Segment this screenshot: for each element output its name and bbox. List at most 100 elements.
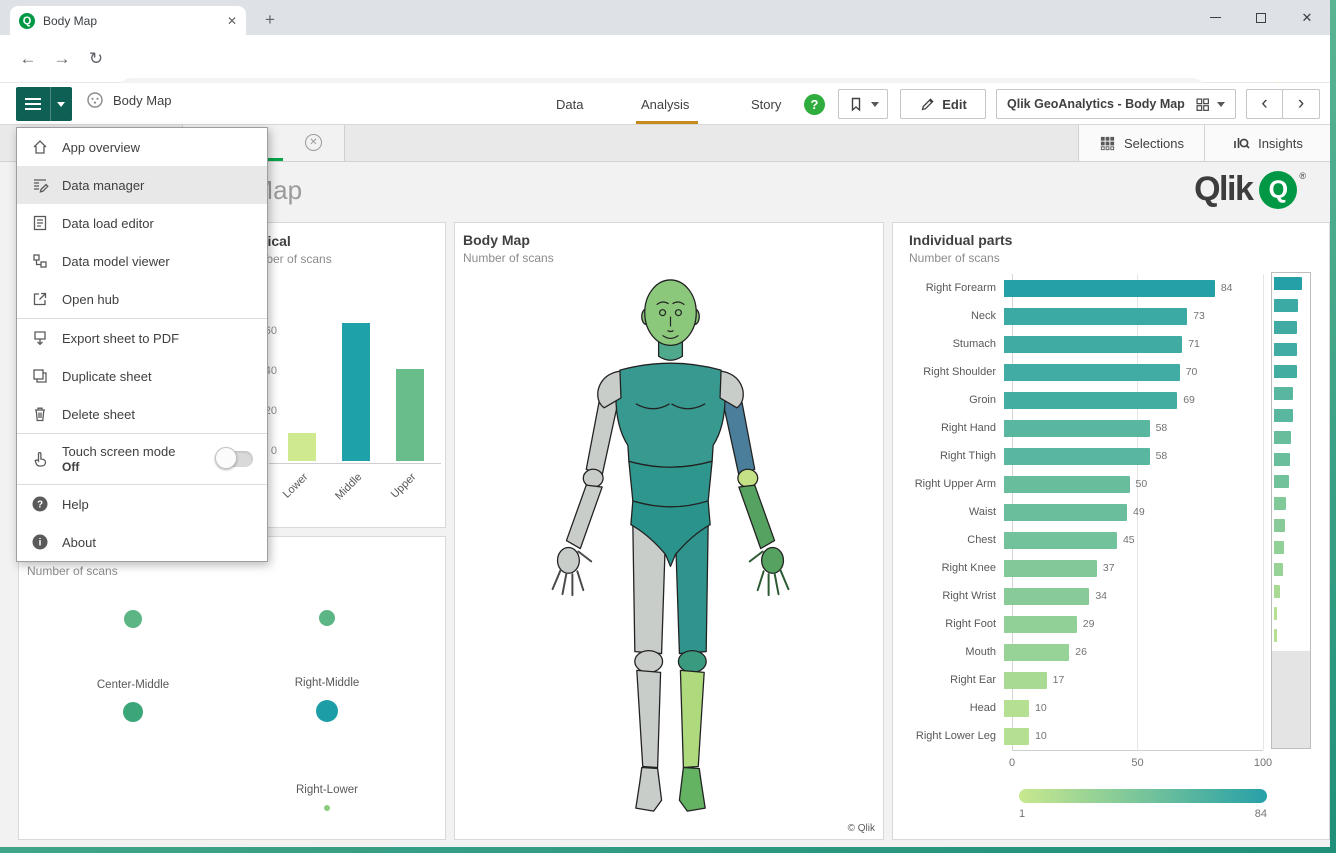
bar[interactable]: [342, 323, 370, 461]
tab-analysis[interactable]: Analysis: [641, 97, 689, 112]
part-label[interactable]: Right Lower Leg: [893, 730, 1004, 742]
touch-mode-toggle[interactable]: [217, 451, 253, 467]
part-label[interactable]: Stumach: [893, 338, 1004, 350]
chart-scroll-minimap[interactable]: [1271, 272, 1311, 749]
bookmark-dropdown-button[interactable]: [838, 89, 888, 119]
part-label[interactable]: Right Foot: [893, 618, 1004, 630]
part-bar[interactable]: [1004, 588, 1089, 605]
menu-item-data-manager[interactable]: Data manager: [17, 166, 267, 204]
bubble-point[interactable]: [324, 805, 330, 811]
part-bar[interactable]: [1004, 560, 1097, 577]
window-close-button[interactable]: ✕: [1284, 0, 1330, 35]
bar-row[interactable]: Right Knee37: [893, 554, 1271, 582]
menu-item-open-hub[interactable]: Open hub: [17, 280, 267, 318]
menu-item-touch-mode[interactable]: Touch screen mode Off: [17, 434, 267, 484]
bubble-point[interactable]: [124, 610, 142, 628]
part-label[interactable]: Right Ear: [893, 674, 1004, 686]
menu-item-delete-sheet[interactable]: Delete sheet: [17, 395, 267, 433]
app-chip[interactable]: Body Map: [86, 91, 172, 109]
menu-item-help[interactable]: ? Help: [17, 485, 267, 523]
bar-row[interactable]: Stumach71: [893, 330, 1271, 358]
tab-data[interactable]: Data: [556, 97, 583, 112]
part-label[interactable]: Right Thigh: [893, 450, 1004, 462]
global-menu-button[interactable]: [16, 87, 72, 121]
bar[interactable]: [396, 369, 424, 461]
part-bar[interactable]: [1004, 728, 1029, 745]
edit-button[interactable]: Edit: [900, 89, 986, 119]
bar-row[interactable]: Right Wrist34: [893, 582, 1271, 610]
part-bar[interactable]: [1004, 392, 1177, 409]
body-figure[interactable]: [513, 275, 828, 825]
bar-row[interactable]: Right Ear17: [893, 666, 1271, 694]
bar-row[interactable]: Right Thigh58: [893, 442, 1271, 470]
bar-row[interactable]: Right Forearm84: [893, 274, 1271, 302]
tab-story[interactable]: Story: [751, 97, 781, 112]
forward-button[interactable]: →: [48, 45, 76, 73]
bubble-point[interactable]: [123, 702, 143, 722]
bar[interactable]: [288, 433, 316, 461]
part-label[interactable]: Right Hand: [893, 422, 1004, 434]
part-label[interactable]: Right Forearm: [893, 282, 1004, 294]
new-tab-button[interactable]: +: [258, 8, 282, 32]
body-map-card[interactable]: Body Map Number of scans: [454, 222, 884, 840]
bar-row[interactable]: Mouth26: [893, 638, 1271, 666]
help-button[interactable]: ?: [804, 94, 825, 115]
bar-row[interactable]: Waist49: [893, 498, 1271, 526]
window-minimize-button[interactable]: [1192, 0, 1238, 35]
bar-row[interactable]: Neck73: [893, 302, 1271, 330]
individual-parts-chart-card[interactable]: Individual parts Number of scans Right F…: [892, 222, 1330, 840]
part-label[interactable]: Neck: [893, 310, 1004, 322]
part-bar[interactable]: [1004, 504, 1127, 521]
part-label[interactable]: Mouth: [893, 646, 1004, 658]
part-bar[interactable]: [1004, 448, 1150, 465]
part-bar[interactable]: [1004, 280, 1215, 297]
part-label[interactable]: Right Upper Arm: [893, 478, 1004, 490]
part-bar[interactable]: [1004, 308, 1187, 325]
window-maximize-button[interactable]: [1238, 0, 1284, 35]
part-label[interactable]: Head: [893, 702, 1004, 714]
bar-row[interactable]: Right Upper Arm50: [893, 470, 1271, 498]
part-bar[interactable]: [1004, 476, 1130, 493]
reload-button[interactable]: ↻: [82, 45, 110, 73]
part-bar[interactable]: [1004, 672, 1047, 689]
bar-row[interactable]: Right Shoulder70: [893, 358, 1271, 386]
part-bar[interactable]: [1004, 532, 1117, 549]
menu-item-export-pdf[interactable]: Export sheet to PDF: [17, 319, 267, 357]
bar-row[interactable]: Chest45: [893, 526, 1271, 554]
bar-row[interactable]: Groin69: [893, 386, 1271, 414]
bar-row[interactable]: Head10: [893, 694, 1271, 722]
bubble-chart-card[interactable]: Number of scans Center-MiddleRight-Middl…: [18, 536, 446, 840]
bubble-point[interactable]: [319, 610, 335, 626]
menu-item-duplicate-sheet[interactable]: Duplicate sheet: [17, 357, 267, 395]
selections-button[interactable]: Selections: [1079, 125, 1204, 161]
part-bar[interactable]: [1004, 420, 1150, 437]
close-tab-icon[interactable]: ✕: [305, 134, 322, 151]
menu-item-data-model-viewer[interactable]: Data model viewer: [17, 242, 267, 280]
tab-close-icon[interactable]: ✕: [227, 14, 237, 28]
menu-item-app-overview[interactable]: App overview: [17, 128, 267, 166]
bar-row[interactable]: Right Foot29: [893, 610, 1271, 638]
sheet-selector[interactable]: Qlik GeoAnalytics - Body Map: [996, 89, 1236, 119]
menu-caret[interactable]: [50, 87, 71, 121]
part-label[interactable]: Waist: [893, 506, 1004, 518]
part-label[interactable]: Right Wrist: [893, 590, 1004, 602]
menu-item-about[interactable]: i About: [17, 523, 267, 561]
part-bar[interactable]: [1004, 700, 1029, 717]
part-bar[interactable]: [1004, 364, 1180, 381]
part-label[interactable]: Chest: [893, 534, 1004, 546]
part-label[interactable]: Groin: [893, 394, 1004, 406]
part-label[interactable]: Right Knee: [893, 562, 1004, 574]
part-bar[interactable]: [1004, 644, 1069, 661]
browser-tab[interactable]: Q Body Map ✕: [10, 6, 246, 35]
menu-item-data-load-editor[interactable]: Data load editor: [17, 204, 267, 242]
back-button[interactable]: ←: [14, 45, 42, 73]
previous-sheet-button[interactable]: ‹: [1246, 89, 1283, 119]
next-sheet-button[interactable]: ›: [1282, 89, 1320, 119]
bubble-point[interactable]: [316, 700, 338, 722]
part-bar[interactable]: [1004, 336, 1182, 353]
insights-button[interactable]: Insights: [1204, 125, 1330, 161]
bar-row[interactable]: Right Lower Leg10: [893, 722, 1271, 750]
part-bar[interactable]: [1004, 616, 1077, 633]
part-label[interactable]: Right Shoulder: [893, 366, 1004, 378]
bar-row[interactable]: Right Hand58: [893, 414, 1271, 442]
